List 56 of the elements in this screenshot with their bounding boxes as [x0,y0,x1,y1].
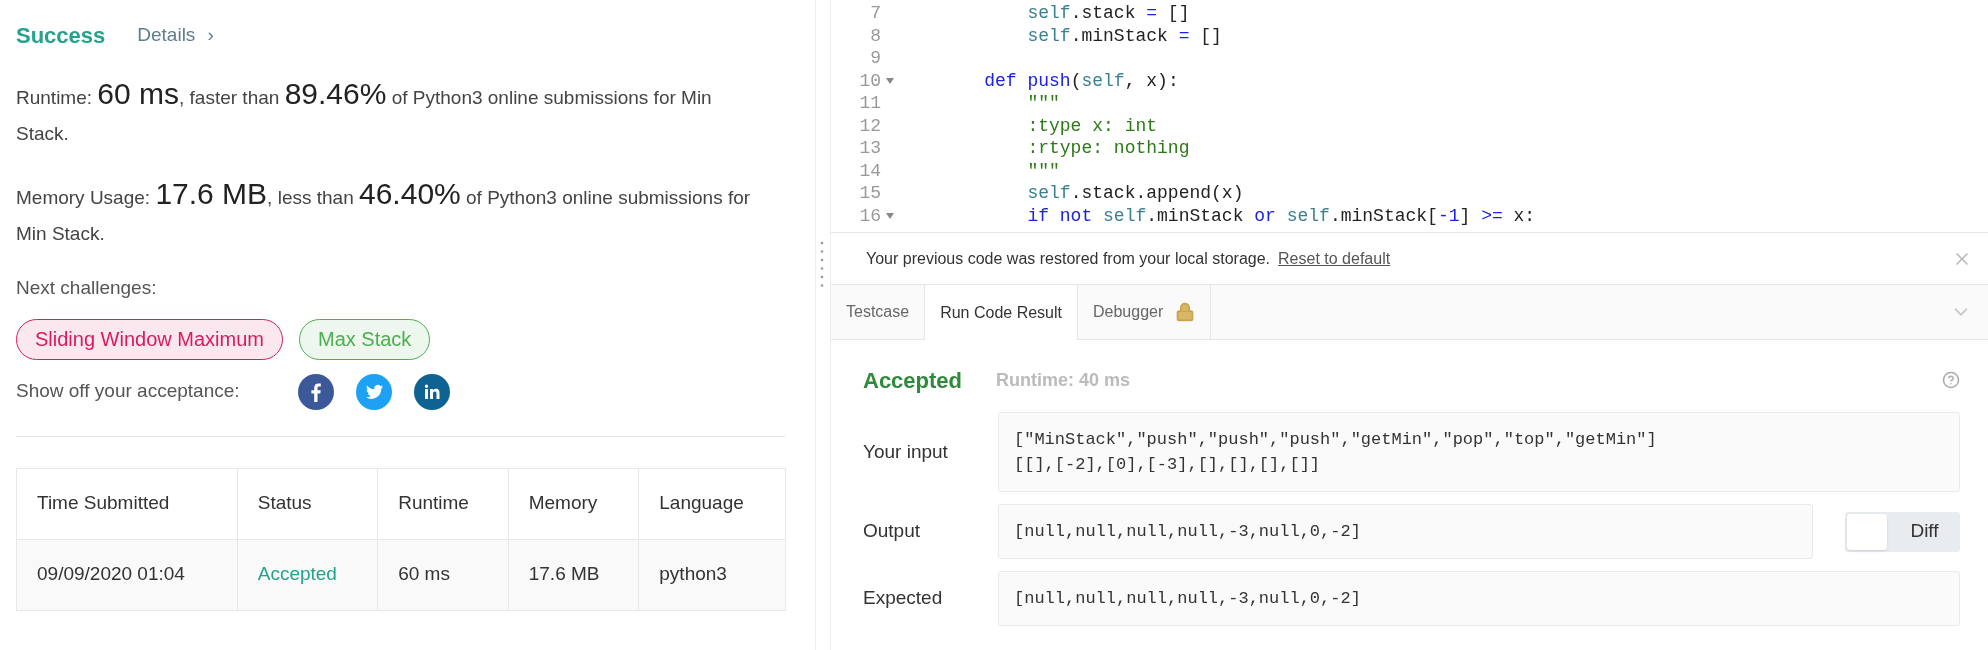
table-cell: Accepted [237,539,378,610]
help-icon[interactable] [1942,371,1960,389]
challenge-tag[interactable]: Sliding Window Maximum [16,318,283,360]
reset-link[interactable]: Reset to default [1278,246,1391,271]
line-number: 16 [859,204,881,227]
column-header: Status [237,468,378,539]
memory-summary: Memory Usage: 17.6 MB, less than 46.40% of Python3 online submissions for Min Stack. [16,176,752,246]
panel-tab[interactable]: Debugger [1078,285,1212,339]
column-header: Language [638,468,786,539]
field-label: Output [863,519,922,544]
line-number: 12 [859,114,881,137]
linkedin-icon[interactable] [414,373,450,410]
result-runtime: Runtime: 40 ms [996,368,1131,392]
line-number: 10 [859,69,881,92]
column-header: Time Submitted [16,468,238,539]
diff-toggle[interactable]: Diff [1845,511,1960,552]
code-line: self.minStack = [] [1026,24,1222,47]
table-cell: python3 [638,539,786,610]
code-line: def push(self, x): [983,69,1179,92]
success-status: Success [16,21,106,50]
table-cell: 09/09/2020 01:04 [16,539,238,610]
facebook-icon[interactable] [298,373,334,410]
line-number: 7 [870,2,881,25]
bird-icon[interactable] [356,373,392,410]
column-header: Memory [508,468,639,539]
restore-notice: Your previous code was restored from your local storage. [866,248,1271,269]
line-number: 13 [859,137,881,160]
result-box: ["MinStack","push","push","push","getMin","pop","top","getMin"] [[],[-2],[0],[-3],[],[],[],[]] [998,412,1960,492]
code-line: if not self.minStack or self.minStack[-1] >= x: [1026,204,1536,227]
line-number: 14 [859,159,881,182]
column-header: Runtime [377,468,509,539]
field-label: Your input [863,439,949,464]
details-link[interactable]: Details › [137,20,214,50]
table-cell: 60 ms [377,539,509,610]
code-line: """ [1026,159,1060,182]
result-box: [null,null,null,null,-3,null,0,-2] [998,571,1960,626]
line-number: 11 [859,92,881,115]
table-cell: 17.6 MB [508,539,639,610]
next-challenges-label: Next challenges: [16,276,158,300]
code-line: """ [1026,92,1060,115]
fold-arrow-icon[interactable] [886,212,894,219]
result-box: [null,null,null,null,-3,null,0,-2] [998,504,1813,559]
fold-arrow-icon[interactable] [886,77,894,84]
code-line: self.stack = [] [1026,2,1190,25]
code-line: self.stack.append(x) [1026,182,1244,205]
drag-handle-icon[interactable] [820,240,824,290]
runtime-summary: Runtime: 60 ms, faster than 89.46% of Python3 online submissions for Min Stack. [16,76,713,146]
line-number: 8 [870,24,881,47]
field-label: Expected [863,586,944,611]
code-line: :rtype: nothing [1026,137,1190,160]
code-line: :type x: int [1026,114,1158,137]
line-number: 9 [870,47,881,70]
result-status: Accepted [863,366,964,395]
line-number: 15 [859,182,881,205]
share-label: Show off your acceptance: [16,379,241,404]
panel-tab[interactable]: Run Code Result [925,285,1078,340]
